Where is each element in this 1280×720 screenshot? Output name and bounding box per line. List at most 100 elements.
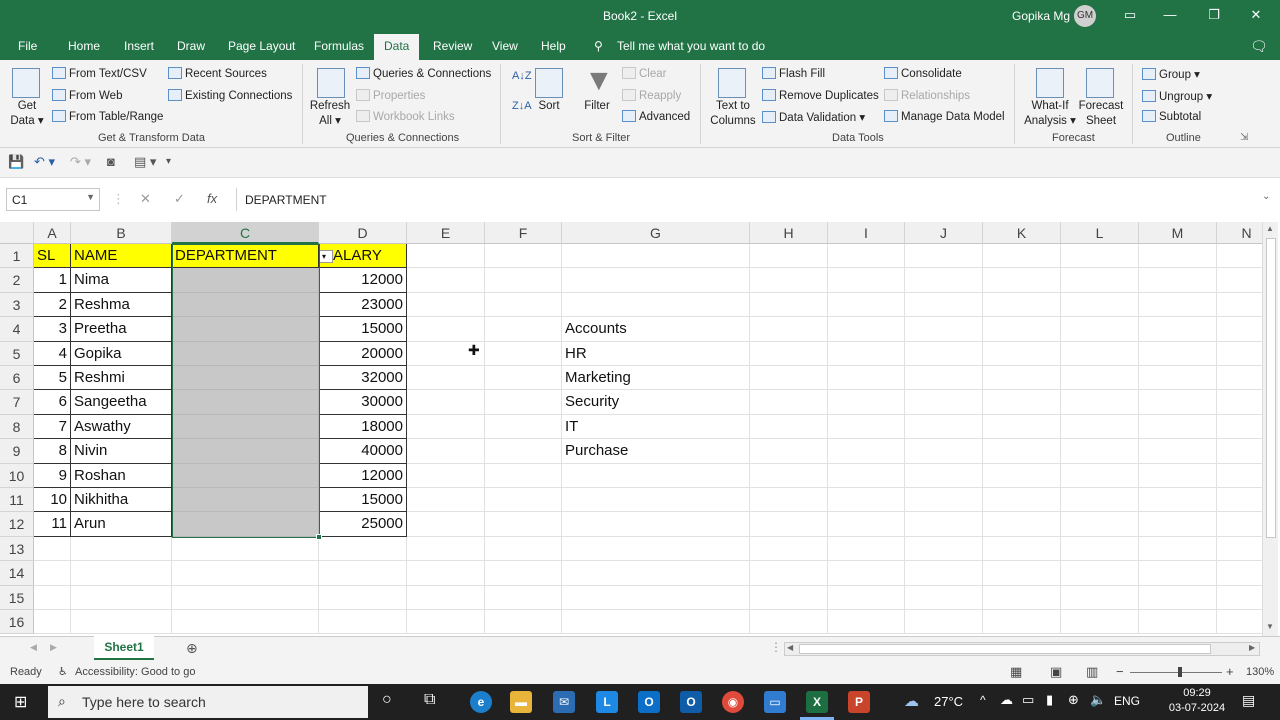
battery-icon[interactable]: ▮ xyxy=(1046,692,1053,708)
edge-icon[interactable]: e xyxy=(470,691,492,713)
cell[interactable] xyxy=(172,561,319,586)
table-cell[interactable]: Aswathy xyxy=(71,414,172,440)
table-cell[interactable]: Nima xyxy=(71,268,172,293)
table-cell[interactable]: 11 xyxy=(34,512,71,537)
department-cell[interactable] xyxy=(172,390,319,415)
sort-button[interactable]: Sort xyxy=(536,99,562,114)
cell[interactable] xyxy=(1061,561,1139,586)
cell[interactable] xyxy=(983,536,1061,562)
cell[interactable] xyxy=(828,536,905,562)
table-cell[interactable]: 12000 xyxy=(319,463,407,488)
cell[interactable] xyxy=(407,439,485,464)
zoom-slider-thumb[interactable] xyxy=(1178,667,1182,677)
table-cell[interactable]: 30000 xyxy=(319,390,407,415)
cell[interactable] xyxy=(319,610,407,635)
department-cell[interactable] xyxy=(172,341,319,366)
clear-button[interactable]: Clear xyxy=(622,67,666,80)
table-cell[interactable]: 23000 xyxy=(319,292,407,318)
powerpoint-icon[interactable]: P xyxy=(848,691,870,713)
cell[interactable] xyxy=(750,536,828,562)
hscroll-thumb[interactable] xyxy=(799,644,1211,654)
language-indicator[interactable]: ENG xyxy=(1114,694,1140,708)
cell[interactable] xyxy=(562,585,750,610)
cell[interactable] xyxy=(172,610,319,635)
column-header-e[interactable]: E xyxy=(407,222,485,244)
cell[interactable] xyxy=(485,268,562,293)
cell[interactable] xyxy=(828,317,905,342)
cell[interactable] xyxy=(485,341,562,366)
department-list-item[interactable]: Purchase xyxy=(562,439,750,464)
tab-file[interactable]: File xyxy=(18,39,37,53)
cell[interactable] xyxy=(905,366,983,391)
cell[interactable] xyxy=(485,390,562,415)
add-sheet-icon[interactable]: ⊕ xyxy=(186,640,198,657)
scroll-down-icon[interactable]: ▼ xyxy=(1266,622,1274,631)
cell[interactable] xyxy=(750,561,828,586)
cell[interactable] xyxy=(750,512,828,537)
cell[interactable] xyxy=(828,463,905,488)
zoom-level[interactable]: 130% xyxy=(1246,666,1274,678)
table-cell[interactable]: 8 xyxy=(34,439,71,464)
forecast-sheet-button[interactable]: Forecast Sheet xyxy=(1078,99,1124,129)
table-cell[interactable]: 15000 xyxy=(319,488,407,513)
column-header-j[interactable]: J xyxy=(905,222,983,244)
cell[interactable] xyxy=(485,244,562,269)
recent-sources-button[interactable]: Recent Sources xyxy=(168,67,267,80)
taskbar-search[interactable]: ⌕ Type here to search xyxy=(48,686,368,718)
cell[interactable] xyxy=(983,244,1061,269)
table-cell[interactable]: Nikhitha xyxy=(71,488,172,513)
cell[interactable] xyxy=(983,317,1061,342)
network-icon[interactable]: ⊕ xyxy=(1068,692,1079,708)
cell[interactable] xyxy=(407,244,485,269)
cell[interactable] xyxy=(1061,292,1139,318)
undo-icon[interactable]: ↶ ▾ xyxy=(34,154,55,170)
reapply-button[interactable]: Reapply xyxy=(622,89,681,102)
table-cell[interactable]: 2 xyxy=(34,292,71,318)
flash-fill-button[interactable]: Flash Fill xyxy=(762,67,825,80)
next-sheet-icon[interactable]: ▶ xyxy=(50,642,57,653)
ungroup-button[interactable]: Ungroup ▾ xyxy=(1142,89,1212,103)
group-button[interactable]: Group ▾ xyxy=(1142,67,1200,81)
row-header-4[interactable]: 4 xyxy=(0,317,34,342)
cell[interactable] xyxy=(983,585,1061,610)
cell[interactable] xyxy=(407,610,485,635)
cell[interactable] xyxy=(407,414,485,440)
column-header-a[interactable]: A xyxy=(34,222,71,244)
close-icon[interactable]: ✕ xyxy=(1246,7,1266,25)
column-header-l[interactable]: L xyxy=(1061,222,1139,244)
name-box[interactable]: C1 ▼ xyxy=(6,188,100,211)
cell[interactable] xyxy=(828,414,905,440)
cell[interactable] xyxy=(172,536,319,562)
cortana-icon[interactable]: ○ xyxy=(382,691,392,709)
cell[interactable] xyxy=(750,488,828,513)
refresh-all-button[interactable]: Refresh All ▾ xyxy=(308,99,352,129)
volume-icon[interactable]: 🔈 xyxy=(1090,692,1106,708)
cell[interactable] xyxy=(983,390,1061,415)
tab-help[interactable]: Help xyxy=(541,39,566,53)
excel-icon[interactable]: X xyxy=(806,691,828,713)
department-cell[interactable] xyxy=(172,439,319,464)
department-list-item[interactable]: Marketing xyxy=(562,366,750,391)
row-header-3[interactable]: 3 xyxy=(0,292,34,318)
table-cell[interactable]: 40000 xyxy=(319,439,407,464)
cell[interactable] xyxy=(407,317,485,342)
column-header-m[interactable]: M xyxy=(1139,222,1217,244)
department-list-item[interactable]: Accounts xyxy=(562,317,750,342)
accessibility-icon[interactable]: ♿ xyxy=(58,665,68,678)
from-table-range-button[interactable]: From Table/Range xyxy=(52,110,163,123)
form-icon[interactable]: ▤ ▾ xyxy=(134,154,156,170)
cell[interactable] xyxy=(1061,390,1139,415)
tab-view[interactable]: View xyxy=(492,39,518,53)
table-cell[interactable]: 5 xyxy=(34,366,71,391)
what-if-icon[interactable] xyxy=(1036,68,1064,98)
table-cell[interactable]: Reshmi xyxy=(71,366,172,391)
cell[interactable] xyxy=(485,366,562,391)
vertical-scrollbar[interactable]: ▲ ▼ xyxy=(1262,222,1278,636)
cell[interactable] xyxy=(407,463,485,488)
column-header-b[interactable]: B xyxy=(71,222,172,244)
chrome-icon[interactable]: ◉ xyxy=(722,691,744,713)
tab-review[interactable]: Review xyxy=(433,39,472,53)
cell[interactable] xyxy=(750,390,828,415)
cell[interactable] xyxy=(905,414,983,440)
row-header-15[interactable]: 15 xyxy=(0,585,34,610)
